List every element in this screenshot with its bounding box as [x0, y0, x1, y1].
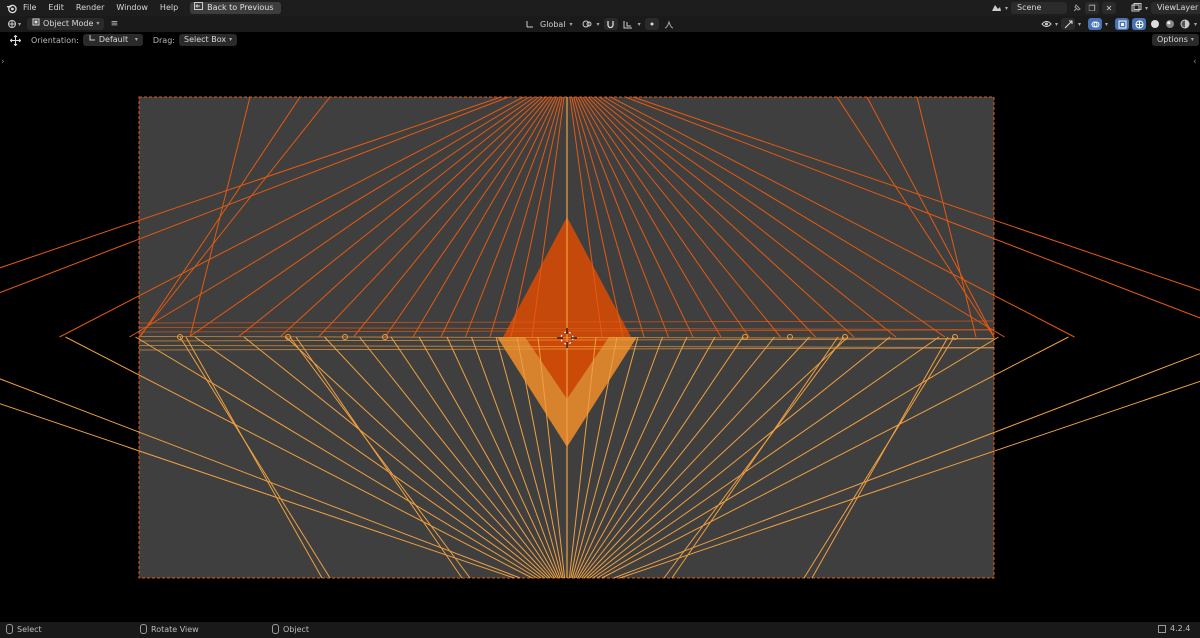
visibility-eye-icon[interactable] [1040, 18, 1052, 30]
menu-render[interactable]: Render [70, 0, 110, 16]
proportional-editing-icon[interactable] [644, 18, 659, 30]
back-to-previous-button[interactable]: Back to Previous [190, 2, 281, 14]
status-select-hint: Select [6, 624, 42, 634]
status-select-text: Select [17, 624, 42, 634]
chevron-down-icon: ▾ [96, 20, 100, 27]
menu-help[interactable]: Help [154, 0, 184, 16]
scene-name-field[interactable]: Scene [1011, 2, 1068, 14]
menu-file[interactable]: File [17, 0, 42, 16]
orientation-dropdown[interactable]: Default ▾ [82, 34, 143, 46]
new-scene-icon[interactable]: ❐ [1085, 2, 1100, 14]
drag-dropdown[interactable]: Select Box ▾ [178, 34, 238, 46]
chevron-down-icon: ▾ [1190, 36, 1194, 43]
pin-icon[interactable] [1070, 2, 1082, 14]
viewport-header: ▾ Object Mode ▾ ≡ Global ▾ ▾ ▾ ▾ ▾ ▾ ▾ [0, 16, 1200, 32]
overlays-toggle-icon[interactable] [1088, 18, 1103, 30]
visibility-dropdown-icon[interactable]: ▾ [1055, 21, 1058, 28]
version-text: 4.2.4 [1170, 624, 1191, 633]
back-arrow-icon [194, 2, 204, 14]
material-preview-icon[interactable] [1164, 18, 1176, 30]
top-menu-bar: File Edit Render Window Help Back to Pre… [0, 0, 1200, 16]
overlays-dropdown-icon[interactable]: ▾ [1105, 21, 1108, 28]
view-layer-name-field[interactable]: ViewLayer [1151, 2, 1200, 14]
snap-toggle-icon[interactable] [603, 18, 618, 30]
options-dropdown[interactable]: Options ▾ [1152, 34, 1199, 46]
object-mode-icon [32, 18, 40, 30]
view-layer-name-text: ViewLayer [1157, 3, 1199, 12]
status-object-hint: Object [272, 624, 309, 634]
menu-edit[interactable]: Edit [42, 0, 70, 16]
menu-hamburger-icon[interactable]: ≡ [108, 18, 120, 30]
shading-dropdown-icon[interactable]: ▾ [1194, 21, 1197, 28]
pivot-dropdown-icon[interactable]: ▾ [597, 21, 600, 28]
object-mode-dropdown[interactable]: Object Mode ▾ [27, 18, 105, 30]
tool-settings-header: Orientation: Default ▾ Drag: Select Box … [0, 32, 1200, 48]
gizmo-toggle-icon[interactable] [1061, 18, 1076, 30]
back-to-previous-label: Back to Previous [207, 3, 274, 12]
scene-icon[interactable] [990, 2, 1002, 14]
object-mode-label: Object Mode [43, 19, 94, 28]
chevron-down-icon: ▾ [229, 36, 233, 43]
scene-dropdown-icon[interactable]: ▾ [1005, 5, 1008, 12]
options-label: Options [1157, 35, 1188, 44]
view-layer-icon[interactable] [1130, 2, 1142, 14]
snap-target-icon[interactable] [622, 18, 634, 30]
transform-orientation-label[interactable]: Global [540, 20, 566, 29]
orientation-axis-icon [88, 34, 96, 46]
version-box-icon [1158, 624, 1166, 633]
rendered-shading-icon[interactable] [1179, 18, 1191, 30]
status-object-text: Object [283, 624, 310, 634]
editor-type-icon[interactable] [6, 18, 18, 30]
blender-logo-icon[interactable] [5, 2, 17, 14]
snap-dropdown-icon[interactable]: ▾ [638, 21, 641, 28]
orientation-label: Orientation: [31, 35, 79, 45]
editor-type-dropdown-icon[interactable]: ▾ [18, 21, 21, 28]
mouse-middle-icon [140, 624, 147, 634]
mouse-right-icon [272, 624, 279, 634]
drag-label: Drag: [152, 35, 175, 45]
status-rotate-text: Rotate View [151, 624, 199, 634]
scene-name-text: Scene [1017, 3, 1042, 12]
chevron-down-icon: ▾ [134, 36, 138, 43]
menu-window[interactable]: Window [110, 0, 154, 16]
transform-orientation-dropdown-icon[interactable]: ▾ [570, 21, 573, 28]
status-bar: Select Rotate View Object 4.2.4 [0, 622, 1200, 638]
wireframe-shading-icon[interactable] [1132, 18, 1147, 30]
solid-shading-icon[interactable] [1149, 18, 1161, 30]
status-rotate-hint: Rotate View [140, 624, 199, 634]
view-layer-dropdown-icon[interactable]: ▾ [1145, 5, 1148, 12]
status-version: 4.2.4 [1158, 624, 1190, 633]
falloff-icon[interactable] [663, 18, 675, 30]
mouse-left-icon [6, 624, 13, 634]
xray-toggle-icon[interactable] [1115, 18, 1130, 30]
delete-scene-icon[interactable]: ✕ [1102, 2, 1117, 14]
3d-viewport[interactable] [0, 48, 1200, 622]
orientation-value: Default [98, 35, 129, 44]
drag-value: Select Box [183, 35, 227, 44]
transform-orientation-icon [524, 18, 536, 30]
gizmo-dropdown-icon[interactable]: ▾ [1078, 21, 1081, 28]
move-tool-icon[interactable] [9, 34, 21, 46]
pivot-point-icon[interactable] [581, 18, 593, 30]
